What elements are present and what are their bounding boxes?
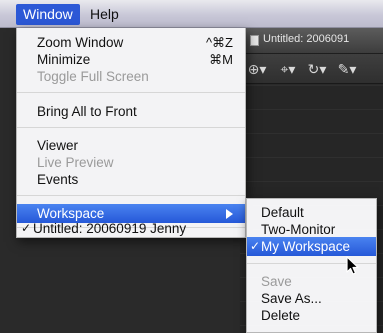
menu-item-label: Events: [37, 172, 79, 187]
menu-item-label: Toggle Full Screen: [37, 69, 149, 84]
menu-item-viewer[interactable]: Viewer: [17, 137, 245, 154]
menu-item-label: Delete: [261, 308, 301, 323]
menu-item-bring-all-to-front[interactable]: Bring All to Front: [17, 103, 245, 120]
menu-item-label: Save As...: [261, 291, 322, 306]
checkmark-icon: ✓: [21, 221, 32, 235]
menu-item-shortcut: ⌘M: [209, 52, 233, 67]
zoom-icon[interactable]: ⊕▾: [245, 57, 269, 81]
crop-icon[interactable]: ⌖▾: [276, 57, 300, 81]
menu-item-label: Zoom Window: [37, 35, 124, 50]
menu-separator: [17, 92, 245, 93]
menu-item-toggle-full-screen: Toggle Full Screen: [17, 68, 245, 85]
menu-item-label: Bring All to Front: [37, 104, 137, 119]
menu-item-untitled-document[interactable]: ✓ Untitled: 20060919 Jenny: [17, 220, 245, 237]
menu-item-label: Minimize: [37, 52, 91, 67]
submenu-item-delete[interactable]: Delete: [247, 307, 376, 324]
brush-icon[interactable]: ✎▾: [335, 57, 359, 81]
menu-item-label: Save: [261, 274, 292, 289]
menu-item-zoom-window[interactable]: Zoom Window ^⌘Z: [17, 34, 245, 51]
window-menu-dropdown: Zoom Window ^⌘Z Minimize ⌘M Toggle Full …: [16, 28, 246, 238]
menu-bar: Window Help: [0, 0, 383, 28]
menu-item-label: Two-Monitor: [261, 222, 336, 237]
menu-item-label: My Workspace: [261, 239, 351, 254]
mouse-pointer-icon: [346, 256, 359, 275]
submenu-item-two-monitor[interactable]: Two-Monitor: [247, 221, 376, 238]
submenu-item-my-workspace[interactable]: ✓ My Workspace: [247, 237, 376, 256]
menu-item-label: Default: [261, 205, 304, 220]
menu-item-label: Untitled: 20060919 Jenny: [33, 221, 187, 236]
checkmark-icon: ✓: [250, 239, 261, 253]
menu-item-label: Live Preview: [37, 155, 114, 170]
submenu-item-save-as[interactable]: Save As...: [247, 290, 376, 307]
menu-item-events[interactable]: Events: [17, 171, 245, 188]
menu-item-shortcut: ^⌘Z: [205, 35, 233, 50]
document-icon: [250, 35, 259, 46]
submenu-arrow-icon: [226, 209, 233, 219]
menu-item-minimize[interactable]: Minimize ⌘M: [17, 51, 245, 68]
menu-item-live-preview: Live Preview: [17, 154, 245, 171]
background-window-title: Untitled: 2006091: [263, 33, 350, 45]
menu-separator: [17, 127, 245, 128]
menu-separator: [17, 195, 245, 196]
menu-help[interactable]: Help: [83, 4, 126, 25]
menu-window[interactable]: Window: [16, 4, 80, 25]
menu-item-label: Viewer: [37, 138, 79, 153]
rotate-icon[interactable]: ↻▾: [305, 57, 329, 81]
submenu-item-default[interactable]: Default: [247, 204, 376, 221]
